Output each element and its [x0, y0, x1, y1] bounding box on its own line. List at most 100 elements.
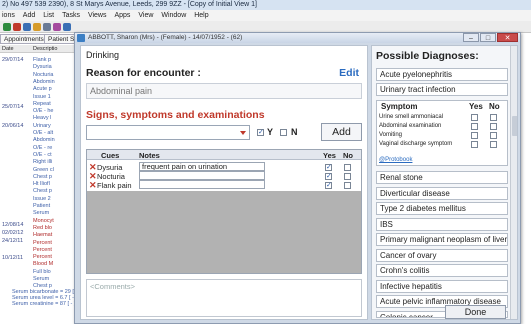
symptom-yes-checkbox[interactable]: [471, 132, 478, 139]
close-button[interactable]: ✕: [497, 33, 518, 42]
symptom-no-checkbox[interactable]: [490, 132, 497, 139]
user-icon[interactable]: [63, 23, 71, 31]
cue-yes-checkbox[interactable]: ✓: [325, 164, 332, 171]
menu-list[interactable]: List: [43, 12, 54, 19]
journal-entry[interactable]: Haemat: [33, 232, 52, 238]
symptom-row: Vaginal discharge symptom: [377, 141, 507, 149]
menu-add[interactable]: Add: [23, 12, 35, 19]
cue-no-checkbox[interactable]: [344, 173, 351, 180]
journal-entry[interactable]: Full blo: [33, 269, 51, 275]
app-title-bar: 2) No 497 539 2390), 8 St Marys Avenue, …: [0, 0, 531, 10]
diagnosis-item[interactable]: Acute pyelonephritis: [376, 68, 508, 81]
description-column-header[interactable]: Descriptio: [33, 46, 57, 52]
menu-help[interactable]: Help: [194, 12, 208, 19]
symptom-yes-checkbox[interactable]: [471, 123, 478, 130]
journal-entry[interactable]: O/E - ct: [33, 152, 52, 158]
journal-entry[interactable]: Serum: [33, 276, 49, 282]
diagnosis-item[interactable]: IBS: [376, 217, 508, 231]
stop-icon[interactable]: [13, 23, 21, 31]
journal-entry[interactable]: Ht Iliofl: [33, 181, 50, 187]
minimize-button[interactable]: –: [463, 33, 479, 42]
diagnosis-item[interactable]: Diverticular disease: [376, 186, 508, 200]
chart-icon[interactable]: [53, 23, 61, 31]
comments-field[interactable]: <Comments>: [86, 279, 362, 317]
diagnosis-item[interactable]: Urinary tract infection: [376, 83, 508, 96]
folder-icon[interactable]: [33, 23, 41, 31]
journal-entry[interactable]: Chest p: [33, 188, 52, 194]
journal-entry[interactable]: Issue 2: [33, 196, 51, 202]
journal-entry[interactable]: Acute p: [33, 86, 52, 92]
journal-entry[interactable]: Urinary: [33, 123, 51, 129]
journal-entry[interactable]: Patient: [33, 203, 50, 209]
diagnoses-scrollbar[interactable]: [510, 46, 517, 319]
diagnosis-item[interactable]: Primary malignant neoplasm of liver: [376, 233, 508, 246]
journal-entry[interactable]: Repeat: [33, 101, 51, 107]
diagnosis-item[interactable]: Crohn's colitis: [376, 264, 508, 277]
journal-entry[interactable]: Chest p: [33, 174, 52, 180]
chevron-down-icon[interactable]: [240, 131, 246, 135]
journal-entry[interactable]: Issue 1: [33, 94, 51, 100]
journal-entry[interactable]: Percent: [33, 247, 52, 253]
journal-entry[interactable]: Percent: [33, 254, 52, 260]
diagnosis-item[interactable]: Type 2 diabetes mellitus: [376, 202, 508, 215]
journal-entry[interactable]: Flank p: [33, 57, 51, 63]
reason-field[interactable]: Abdominal pain: [86, 83, 362, 99]
diagnosis-item[interactable]: Cancer of ovary: [376, 248, 508, 262]
cue-yes-checkbox[interactable]: ✓: [325, 173, 332, 180]
no-checkbox[interactable]: [280, 129, 287, 136]
cue-note-field[interactable]: frequent pain on urination: [139, 162, 265, 171]
remove-cue-icon[interactable]: ✕: [89, 180, 97, 191]
journal-entry[interactable]: Blood M: [33, 261, 53, 267]
save-icon[interactable]: [23, 23, 31, 31]
journal-entry[interactable]: Serum: [33, 210, 49, 216]
symptom-yes-checkbox[interactable]: [471, 114, 478, 121]
journal-entry[interactable]: O/E - re: [33, 145, 52, 151]
symptom-no-checkbox[interactable]: [490, 141, 497, 148]
menu-views[interactable]: Views: [88, 12, 107, 19]
cue-note-field[interactable]: [139, 171, 265, 180]
print-icon[interactable]: [43, 23, 51, 31]
journal-entry[interactable]: Right illi: [33, 159, 52, 165]
tab-appointments[interactable]: Appointments: [0, 34, 48, 44]
date-column-header[interactable]: Date: [2, 46, 14, 52]
scrollbar-thumb[interactable]: [512, 116, 517, 136]
journal-entry[interactable]: Dysuria: [33, 64, 52, 70]
journal-entry[interactable]: Abdomin: [33, 137, 55, 143]
journal-entry[interactable]: Heavy l: [33, 115, 51, 121]
journal-entry[interactable]: O/E - alt: [33, 130, 53, 136]
cue-note-field[interactable]: [139, 180, 265, 189]
journal-entry[interactable]: O/E - he: [33, 108, 53, 114]
menu-view[interactable]: View: [138, 12, 153, 19]
symptom-yes-checkbox[interactable]: [471, 141, 478, 148]
back-icon[interactable]: [3, 23, 11, 31]
menu-actions[interactable]: ions: [2, 12, 15, 19]
diagnosis-item[interactable]: Infective hepatitis: [376, 279, 508, 293]
yes-checkbox[interactable]: ✓: [257, 129, 264, 136]
diagnosis-item[interactable]: Renal stone: [376, 171, 508, 184]
journal-entry[interactable]: Abdomin: [33, 79, 55, 85]
journal-entry[interactable]: Green cl: [33, 167, 54, 173]
cue-name: Nocturia: [97, 172, 125, 181]
journal-entry[interactable]: Monocyt: [33, 218, 54, 224]
menu-apps[interactable]: Apps: [114, 12, 130, 19]
journal-entry[interactable]: Nocturia: [33, 72, 53, 78]
done-button[interactable]: Done: [445, 305, 506, 319]
menu-window[interactable]: Window: [161, 12, 186, 19]
protobook-link[interactable]: @Protobook: [379, 157, 412, 163]
symptom-no-checkbox[interactable]: [490, 114, 497, 121]
add-button[interactable]: Add: [321, 123, 362, 141]
consultation-dialog: ABBOTT, Sharon (Mrs) - (Female) - 14/07/…: [74, 32, 521, 324]
symptom-row: Urine smell ammoniacal: [377, 114, 507, 122]
symptom-no-checkbox[interactable]: [490, 123, 497, 130]
symptom-label: Vomiting: [379, 132, 403, 138]
journal-entry[interactable]: Percent: [33, 240, 52, 246]
cue-no-checkbox[interactable]: [344, 182, 351, 189]
cue-no-checkbox[interactable]: [344, 164, 351, 171]
yes-column-header: Yes: [323, 151, 336, 160]
edit-reason-link[interactable]: Edit: [339, 67, 359, 79]
symptom-dropdown[interactable]: [86, 125, 250, 140]
cue-yes-checkbox[interactable]: ✓: [325, 182, 332, 189]
menu-tasks[interactable]: Tasks: [62, 12, 80, 19]
journal-entry[interactable]: Red blo: [33, 225, 52, 231]
maximize-button[interactable]: □: [480, 33, 496, 42]
